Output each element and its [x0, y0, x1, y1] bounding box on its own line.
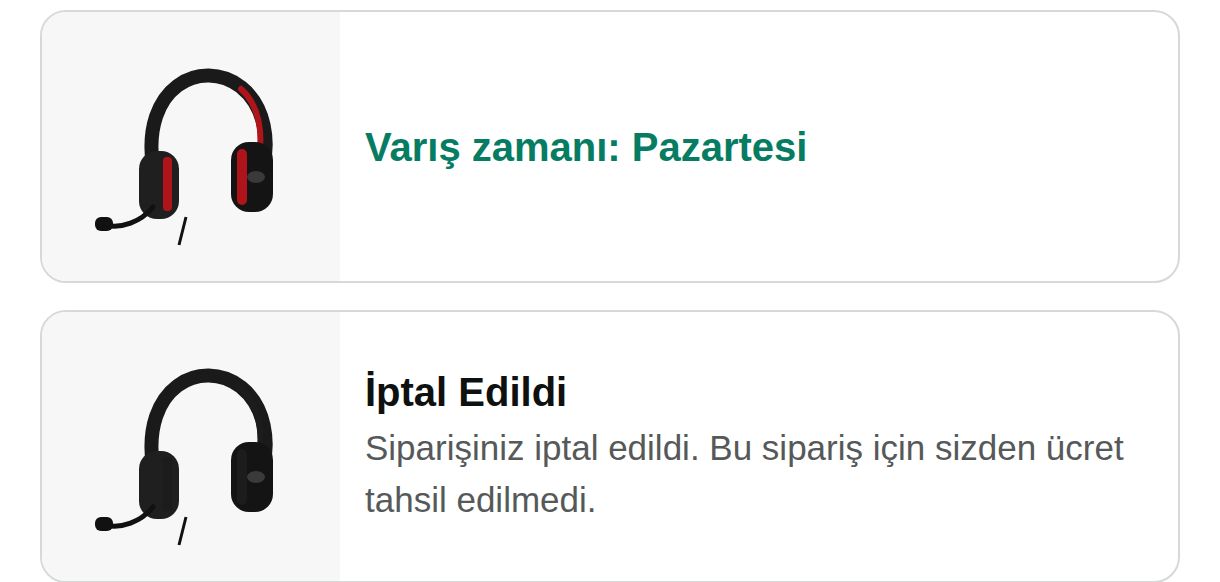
headphones-icon	[91, 47, 291, 247]
orders-list: Varış zamanı: Pazartesi İptal Edildi Sipar…	[0, 0, 1220, 582]
headphones-icon	[91, 347, 291, 547]
order-status: İptal Edildi	[365, 368, 1138, 416]
order-status: Varış zamanı: Pazartesi	[365, 123, 1138, 171]
order-description: Siparişiniz iptal edildi. Bu sipariş içi…	[365, 422, 1138, 526]
order-info: Varış zamanı: Pazartesi	[340, 12, 1178, 281]
order-card[interactable]: İptal Edildi Siparişiniz iptal edildi. Bu…	[40, 310, 1180, 582]
order-card[interactable]: Varış zamanı: Pazartesi	[40, 10, 1180, 283]
order-info: İptal Edildi Siparişiniz iptal edildi. Bu…	[340, 312, 1178, 581]
product-image[interactable]	[42, 312, 340, 581]
product-image[interactable]	[42, 12, 340, 281]
